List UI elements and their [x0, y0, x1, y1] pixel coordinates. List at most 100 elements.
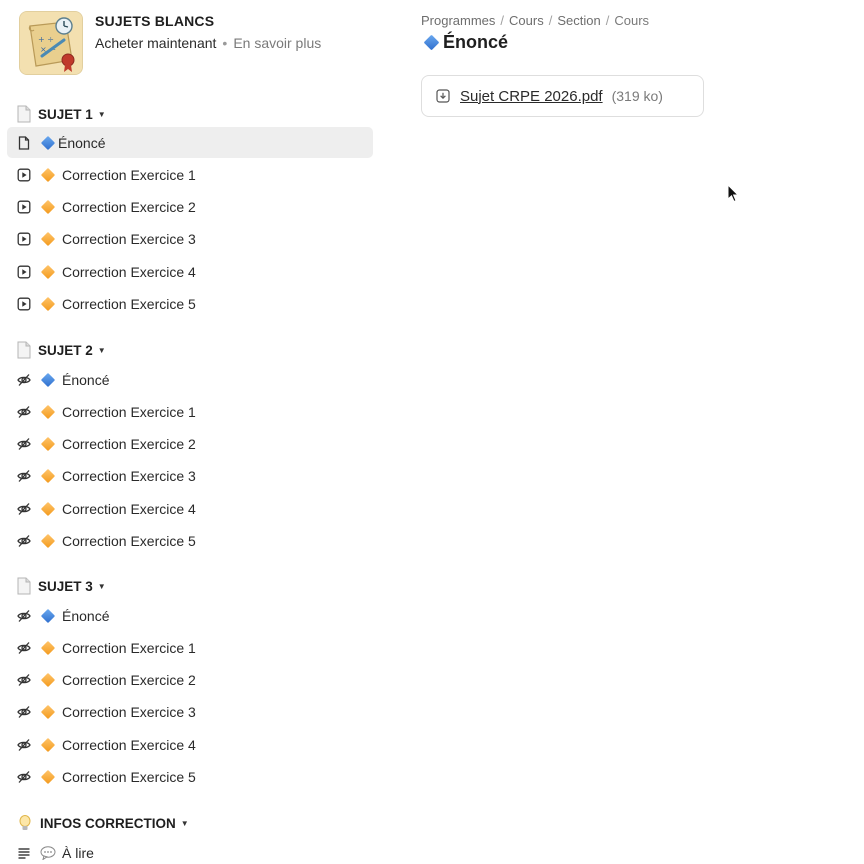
attachment-download-button[interactable]: Sujet CRPE 2026.pdf (319 ko): [421, 75, 704, 117]
lesson-item[interactable]: Correction Exercice 5: [7, 762, 373, 793]
lesson-label: Énoncé: [58, 134, 106, 151]
speech-bubble-icon: [40, 845, 56, 861]
breadcrumb-cours[interactable]: Cours: [509, 13, 544, 28]
breadcrumb: Programmes / Cours / Section / Cours: [421, 13, 649, 28]
lightbulb-emoji-icon: [18, 814, 34, 832]
orange-diamond-icon: [40, 533, 56, 549]
breadcrumb-separator: /: [500, 13, 505, 28]
lesson-label: Correction Exercice 4: [62, 263, 196, 280]
lesson-label: Correction Exercice 4: [62, 500, 196, 517]
section-header[interactable]: SUJET 1 ▼: [16, 104, 106, 124]
eye-off-icon: [17, 502, 31, 516]
page-title: Énoncé: [423, 32, 509, 53]
section-header[interactable]: SUJET 2 ▼: [16, 340, 106, 360]
eye-off-icon: [17, 673, 31, 687]
section-header[interactable]: INFOS CORRECTION ▼: [18, 813, 189, 833]
orange-diamond-icon: [40, 200, 56, 215]
mouse-cursor-icon: [727, 184, 739, 203]
lesson-label: Correction Exercice 4: [62, 736, 196, 753]
lesson-label: Correction Exercice 1: [62, 403, 196, 420]
eye-off-icon: [17, 405, 31, 419]
section-title: SUJET 3: [38, 578, 93, 594]
caret-down-icon[interactable]: ▼: [98, 346, 106, 355]
download-icon: [436, 89, 450, 103]
orange-diamond-icon: [40, 404, 56, 419]
lesson-label: Énoncé: [62, 371, 110, 388]
section-title: SUJET 1: [38, 106, 93, 122]
orange-diamond-icon: [40, 469, 56, 484]
blue-diamond-icon: [40, 372, 56, 387]
lesson-label: Correction Exercice 5: [62, 769, 196, 785]
section-title: INFOS CORRECTION: [40, 815, 176, 831]
text-lines-icon: [17, 846, 31, 860]
orange-diamond-icon: [40, 501, 56, 516]
lesson-item[interactable]: Correction Exercice 1: [7, 632, 373, 663]
video-icon: [17, 232, 31, 246]
attachment-file-size: (319 ko): [611, 88, 663, 104]
orange-diamond-icon: [40, 705, 56, 720]
eye-off-icon: [17, 770, 31, 784]
eye-off-icon: [17, 705, 31, 719]
eye-off-icon: [17, 534, 31, 548]
lesson-label: Correction Exercice 2: [62, 199, 196, 216]
lesson-item[interactable]: À lire: [7, 837, 373, 864]
video-icon: [17, 297, 31, 311]
lesson-item[interactable]: Énoncé: [7, 127, 373, 158]
lesson-item[interactable]: Correction Exercice 3: [7, 224, 373, 255]
page-icon: [17, 135, 31, 150]
lesson-item[interactable]: Correction Exercice 3: [7, 697, 373, 728]
breadcrumb-current: Cours: [614, 13, 650, 28]
lesson-label: Correction Exercice 3: [62, 231, 196, 248]
eye-off-icon: [17, 469, 31, 483]
document-emoji-icon: [16, 577, 32, 595]
lesson-item[interactable]: Correction Exercice 2: [7, 192, 373, 223]
eye-off-icon: [17, 609, 31, 623]
orange-diamond-icon: [40, 232, 56, 247]
eye-off-icon: [17, 437, 31, 451]
breadcrumb-programmes[interactable]: Programmes: [421, 13, 495, 28]
lesson-item[interactable]: Énoncé: [7, 364, 373, 395]
lesson-label: Correction Exercice 5: [62, 533, 196, 549]
lesson-item[interactable]: Correction Exercice 2: [7, 429, 373, 460]
blue-diamond-icon: [423, 34, 440, 51]
video-icon: [17, 200, 31, 214]
lesson-label: À lire: [62, 844, 94, 861]
orange-diamond-icon: [40, 264, 56, 279]
video-icon: [17, 265, 31, 279]
lesson-label: Correction Exercice 1: [62, 166, 196, 183]
document-emoji-icon: [16, 341, 32, 359]
caret-down-icon[interactable]: ▼: [98, 582, 106, 591]
section-header[interactable]: SUJET 3 ▼: [16, 576, 106, 596]
lesson-label: Correction Exercice 2: [62, 672, 196, 689]
video-icon: [17, 168, 31, 182]
orange-diamond-icon: [40, 167, 56, 182]
lesson-label: Correction Exercice 3: [62, 468, 196, 485]
lesson-item[interactable]: Correction Exercice 5: [7, 526, 373, 557]
orange-diamond-icon: [40, 640, 56, 655]
lesson-item[interactable]: Correction Exercice 4: [7, 493, 373, 524]
page-title-text: Énoncé: [443, 32, 509, 52]
lesson-label: Correction Exercice 1: [62, 639, 196, 656]
orange-diamond-icon: [40, 673, 56, 688]
lesson-item[interactable]: Correction Exercice 4: [7, 729, 373, 760]
lesson-label: Énoncé: [62, 607, 110, 624]
eye-off-icon: [17, 641, 31, 655]
lesson-item[interactable]: Correction Exercice 4: [7, 256, 373, 287]
breadcrumb-separator: /: [605, 13, 610, 28]
orange-diamond-icon: [40, 737, 56, 752]
lesson-item[interactable]: Correction Exercice 1: [7, 159, 373, 190]
lesson-item[interactable]: Correction Exercice 3: [7, 461, 373, 492]
eye-off-icon: [17, 373, 31, 387]
lesson-item[interactable]: Correction Exercice 1: [7, 396, 373, 427]
attachment-file-name[interactable]: Sujet CRPE 2026.pdf: [460, 88, 603, 105]
lesson-label: Correction Exercice 2: [62, 436, 196, 453]
caret-down-icon[interactable]: ▼: [98, 110, 106, 119]
blue-diamond-icon: [40, 608, 56, 623]
lesson-item[interactable]: Correction Exercice 5: [7, 289, 373, 320]
lesson-item[interactable]: Énoncé: [7, 600, 373, 631]
document-emoji-icon: [16, 105, 32, 123]
lesson-item[interactable]: Correction Exercice 2: [7, 665, 373, 696]
caret-down-icon[interactable]: ▼: [181, 819, 189, 828]
breadcrumb-section[interactable]: Section: [557, 13, 600, 28]
orange-diamond-icon: [40, 769, 56, 785]
